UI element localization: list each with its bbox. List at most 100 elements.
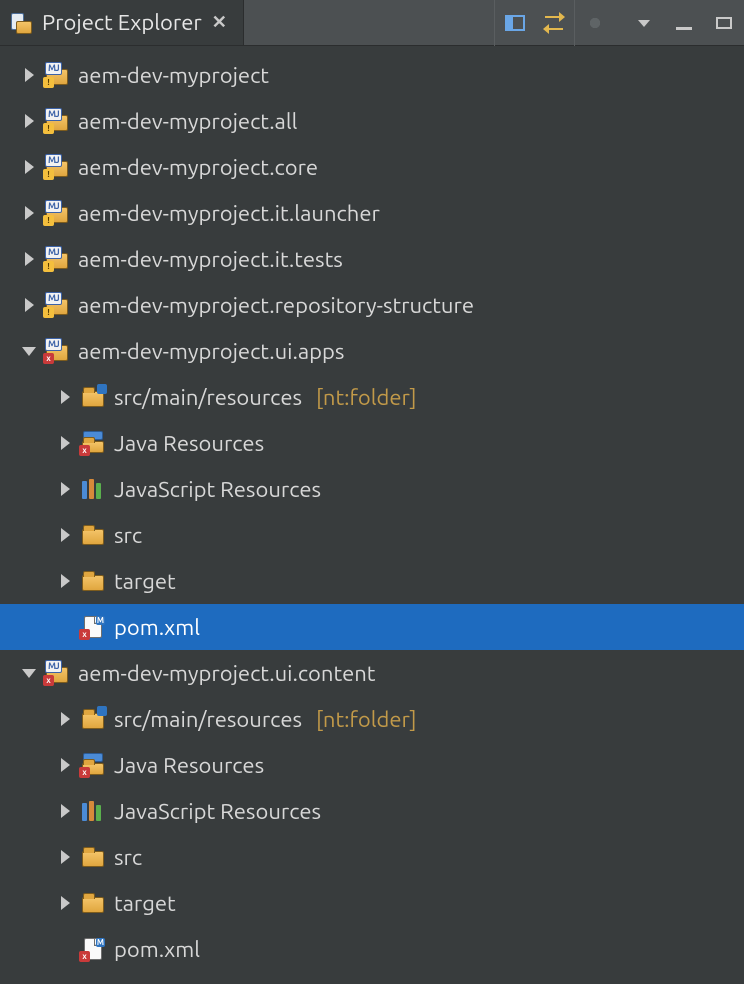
java-resources-icon (80, 753, 106, 777)
project-explorer-tab[interactable]: Project Explorer ✕ (0, 0, 244, 45)
javascript-resources-icon (80, 477, 106, 501)
pin-icon[interactable]: ✕ (212, 12, 227, 33)
project-tree[interactable]: aem-dev-myproject aem-dev-myproject.all ae… (0, 46, 744, 972)
tree-label: target (114, 891, 176, 916)
twisty-none (58, 620, 72, 634)
maven-project-icon (44, 661, 70, 685)
resource-folder-icon (80, 707, 106, 731)
maven-project-icon (44, 293, 70, 317)
tree-row[interactable]: target (0, 880, 744, 926)
twisty-open-icon[interactable] (22, 344, 36, 358)
tree-label: aem-dev-myproject.ui.content (78, 661, 375, 686)
tree-row[interactable]: src/main/resources [nt:folder] (0, 696, 744, 742)
tree-row[interactable]: src (0, 512, 744, 558)
folder-icon (80, 845, 106, 869)
tree-label: src/main/resources (114, 385, 302, 410)
folder-icon (80, 569, 106, 593)
tree-row[interactable]: pom.xml (0, 926, 744, 972)
java-resources-icon (80, 431, 106, 455)
twisty-closed-icon[interactable] (58, 574, 72, 588)
maven-project-icon (44, 63, 70, 87)
sync-icon (543, 14, 565, 32)
twisty-closed-icon[interactable] (58, 390, 72, 404)
tree-label: aem-dev-myproject.repository-structure (78, 293, 474, 318)
tree-row[interactable]: src (0, 834, 744, 880)
twisty-closed-icon[interactable] (22, 298, 36, 312)
tree-row[interactable]: src/main/resources [nt:folder] (0, 374, 744, 420)
tree-row[interactable]: aem-dev-myproject.it.launcher (0, 190, 744, 236)
chevron-down-icon (638, 20, 650, 27)
tree-label: pom.xml (114, 937, 200, 962)
minimize-button[interactable] (664, 0, 704, 46)
javascript-resources-icon (80, 799, 106, 823)
xml-file-icon (80, 937, 106, 961)
twisty-closed-icon[interactable] (58, 528, 72, 542)
twisty-closed-icon[interactable] (22, 252, 36, 266)
tree-label: aem-dev-myproject.ui.apps (78, 339, 344, 364)
twisty-none (58, 942, 72, 956)
tree-label: target (114, 569, 176, 594)
view-tabbar: Project Explorer ✕ (0, 0, 744, 46)
tree-row[interactable]: aem-dev-myproject.core (0, 144, 744, 190)
tree-decorator: [nt:folder] (316, 707, 417, 732)
tree-row[interactable]: JavaScript Resources (0, 466, 744, 512)
maximize-button[interactable] (704, 0, 744, 46)
tree-label: src (114, 523, 142, 548)
twisty-open-icon[interactable] (22, 666, 36, 680)
collapse-all-button[interactable] (494, 0, 534, 46)
tree-row[interactable]: aem-dev-myproject.ui.apps (0, 328, 744, 374)
tree-row[interactable]: aem-dev-myproject.it.tests (0, 236, 744, 282)
maven-project-icon (44, 155, 70, 179)
project-explorer-icon (10, 12, 32, 34)
tree-label: src/main/resources (114, 707, 302, 732)
tree-label: aem-dev-myproject (78, 63, 269, 88)
tree-row[interactable]: Java Resources (0, 742, 744, 788)
folder-icon (80, 523, 106, 547)
tree-label: pom.xml (114, 615, 200, 640)
link-with-editor-button[interactable] (534, 0, 574, 46)
tree-row[interactable]: aem-dev-myproject.all (0, 98, 744, 144)
twisty-closed-icon[interactable] (58, 758, 72, 772)
xml-file-icon (80, 615, 106, 639)
tab-title: Project Explorer (42, 10, 202, 35)
tree-label: Java Resources (114, 753, 264, 778)
tree-row[interactable]: pom.xml (0, 604, 744, 650)
tree-label: JavaScript Resources (114, 477, 321, 502)
twisty-closed-icon[interactable] (22, 206, 36, 220)
twisty-closed-icon[interactable] (22, 68, 36, 82)
maven-project-icon (44, 201, 70, 225)
twisty-closed-icon[interactable] (22, 114, 36, 128)
tree-label: aem-dev-myproject.all (78, 109, 297, 134)
folder-icon (80, 891, 106, 915)
tree-label: src (114, 845, 142, 870)
twisty-closed-icon[interactable] (58, 850, 72, 864)
resource-folder-icon (80, 385, 106, 409)
twisty-closed-icon[interactable] (22, 160, 36, 174)
tree-label: Java Resources (114, 431, 264, 456)
tree-row[interactable]: target (0, 558, 744, 604)
twisty-closed-icon[interactable] (58, 436, 72, 450)
maven-project-icon (44, 339, 70, 363)
tree-row[interactable]: aem-dev-myproject.ui.content (0, 650, 744, 696)
filters-button[interactable] (574, 0, 614, 46)
tree-row[interactable]: Java Resources (0, 420, 744, 466)
tree-row[interactable]: aem-dev-myproject.repository-structure (0, 282, 744, 328)
twisty-closed-icon[interactable] (58, 482, 72, 496)
maximize-icon (716, 17, 732, 29)
maven-project-icon (44, 109, 70, 133)
maven-project-icon (44, 247, 70, 271)
tree-label: aem-dev-myproject.it.launcher (78, 201, 380, 226)
twisty-closed-icon[interactable] (58, 712, 72, 726)
minimize-icon (676, 27, 692, 30)
twisty-closed-icon[interactable] (58, 804, 72, 818)
tree-label: JavaScript Resources (114, 799, 321, 824)
view-menu-button[interactable] (624, 0, 664, 46)
layout-icon (505, 15, 525, 31)
tree-decorator: [nt:folder] (316, 385, 417, 410)
tree-label: aem-dev-myproject.it.tests (78, 247, 343, 272)
tree-row[interactable]: JavaScript Resources (0, 788, 744, 834)
tree-row[interactable]: aem-dev-myproject (0, 52, 744, 98)
tree-label: aem-dev-myproject.core (78, 155, 318, 180)
filter-icon (586, 14, 604, 32)
twisty-closed-icon[interactable] (58, 896, 72, 910)
